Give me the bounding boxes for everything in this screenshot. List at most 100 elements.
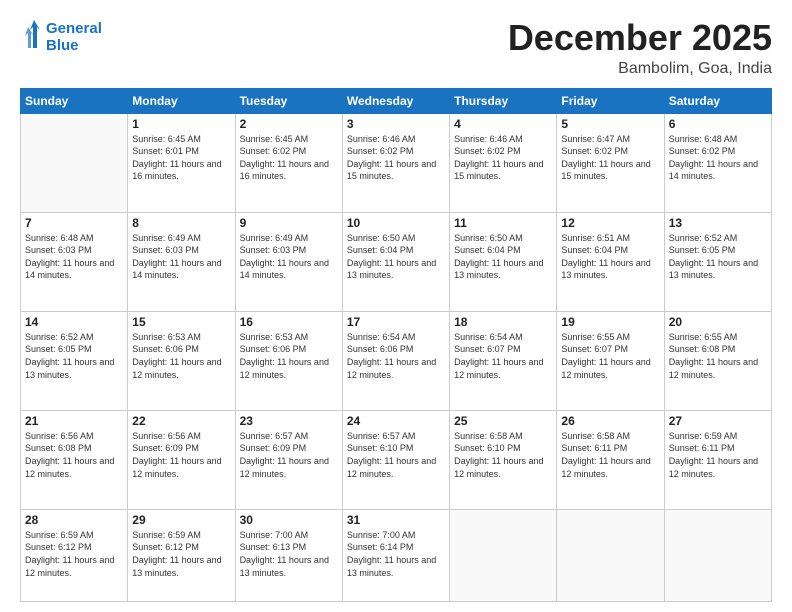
- sunrise-time: Sunrise: 6:58 AM: [561, 431, 630, 441]
- cell-info: Sunrise: 6:57 AM Sunset: 6:10 PM Dayligh…: [347, 430, 445, 480]
- day-number: 9: [240, 216, 338, 230]
- sunrise-time: Sunrise: 6:52 AM: [669, 233, 738, 243]
- daylight-hours: Daylight: 11 hours and 13 minutes.: [25, 357, 114, 380]
- table-row: 2 Sunrise: 6:45 AM Sunset: 6:02 PM Dayli…: [235, 113, 342, 212]
- day-number: 18: [454, 315, 552, 329]
- calendar-week-row: 1 Sunrise: 6:45 AM Sunset: 6:01 PM Dayli…: [21, 113, 772, 212]
- cell-info: Sunrise: 7:00 AM Sunset: 6:14 PM Dayligh…: [347, 529, 445, 579]
- table-row: 5 Sunrise: 6:47 AM Sunset: 6:02 PM Dayli…: [557, 113, 664, 212]
- table-row: 6 Sunrise: 6:48 AM Sunset: 6:02 PM Dayli…: [664, 113, 771, 212]
- sunset-time: Sunset: 6:02 PM: [454, 146, 521, 156]
- col-wednesday: Wednesday: [342, 88, 449, 113]
- cell-info: Sunrise: 6:45 AM Sunset: 6:01 PM Dayligh…: [132, 133, 230, 183]
- table-row: 7 Sunrise: 6:48 AM Sunset: 6:03 PM Dayli…: [21, 212, 128, 311]
- calendar-header-row: Sunday Monday Tuesday Wednesday Thursday…: [21, 88, 772, 113]
- cell-info: Sunrise: 6:49 AM Sunset: 6:03 PM Dayligh…: [132, 232, 230, 282]
- daylight-hours: Daylight: 11 hours and 15 minutes.: [347, 159, 436, 182]
- col-saturday: Saturday: [664, 88, 771, 113]
- logo-blue: Blue: [46, 37, 102, 54]
- daylight-hours: Daylight: 11 hours and 12 minutes.: [454, 357, 543, 380]
- sunrise-time: Sunrise: 6:57 AM: [347, 431, 416, 441]
- sunrise-time: Sunrise: 6:45 AM: [240, 134, 309, 144]
- cell-info: Sunrise: 6:51 AM Sunset: 6:04 PM Dayligh…: [561, 232, 659, 282]
- sunset-time: Sunset: 6:02 PM: [669, 146, 736, 156]
- table-row: 27 Sunrise: 6:59 AM Sunset: 6:11 PM Dayl…: [664, 410, 771, 509]
- table-row: 25 Sunrise: 6:58 AM Sunset: 6:10 PM Dayl…: [450, 410, 557, 509]
- sunrise-time: Sunrise: 6:51 AM: [561, 233, 630, 243]
- calendar-week-row: 14 Sunrise: 6:52 AM Sunset: 6:05 PM Dayl…: [21, 311, 772, 410]
- table-row: 28 Sunrise: 6:59 AM Sunset: 6:12 PM Dayl…: [21, 509, 128, 601]
- table-row: 21 Sunrise: 6:56 AM Sunset: 6:08 PM Dayl…: [21, 410, 128, 509]
- daylight-hours: Daylight: 11 hours and 14 minutes.: [240, 258, 329, 281]
- day-number: 31: [347, 513, 445, 527]
- cell-info: Sunrise: 6:59 AM Sunset: 6:12 PM Dayligh…: [132, 529, 230, 579]
- table-row: 22 Sunrise: 6:56 AM Sunset: 6:09 PM Dayl…: [128, 410, 235, 509]
- day-number: 21: [25, 414, 123, 428]
- table-row: 11 Sunrise: 6:50 AM Sunset: 6:04 PM Dayl…: [450, 212, 557, 311]
- daylight-hours: Daylight: 11 hours and 12 minutes.: [132, 456, 221, 479]
- cell-info: Sunrise: 6:52 AM Sunset: 6:05 PM Dayligh…: [669, 232, 767, 282]
- sunset-time: Sunset: 6:13 PM: [240, 542, 307, 552]
- sunset-time: Sunset: 6:06 PM: [240, 344, 307, 354]
- cell-info: Sunrise: 6:56 AM Sunset: 6:08 PM Dayligh…: [25, 430, 123, 480]
- daylight-hours: Daylight: 11 hours and 12 minutes.: [669, 357, 758, 380]
- sunset-time: Sunset: 6:04 PM: [454, 245, 521, 255]
- col-friday: Friday: [557, 88, 664, 113]
- sunrise-time: Sunrise: 6:52 AM: [25, 332, 94, 342]
- month-title: December 2025: [508, 18, 772, 58]
- daylight-hours: Daylight: 11 hours and 13 minutes.: [454, 258, 543, 281]
- table-row: [21, 113, 128, 212]
- day-number: 16: [240, 315, 338, 329]
- table-row: 1 Sunrise: 6:45 AM Sunset: 6:01 PM Dayli…: [128, 113, 235, 212]
- sunrise-time: Sunrise: 6:49 AM: [132, 233, 201, 243]
- sunset-time: Sunset: 6:10 PM: [454, 443, 521, 453]
- sunset-time: Sunset: 6:11 PM: [561, 443, 627, 453]
- day-number: 29: [132, 513, 230, 527]
- day-number: 26: [561, 414, 659, 428]
- sunset-time: Sunset: 6:12 PM: [25, 542, 92, 552]
- day-number: 19: [561, 315, 659, 329]
- day-number: 8: [132, 216, 230, 230]
- sunset-time: Sunset: 6:07 PM: [561, 344, 628, 354]
- day-number: 23: [240, 414, 338, 428]
- cell-info: Sunrise: 6:55 AM Sunset: 6:08 PM Dayligh…: [669, 331, 767, 381]
- sunrise-time: Sunrise: 6:49 AM: [240, 233, 309, 243]
- daylight-hours: Daylight: 11 hours and 14 minutes.: [25, 258, 114, 281]
- sunrise-time: Sunrise: 6:59 AM: [25, 530, 94, 540]
- table-row: 14 Sunrise: 6:52 AM Sunset: 6:05 PM Dayl…: [21, 311, 128, 410]
- cell-info: Sunrise: 6:50 AM Sunset: 6:04 PM Dayligh…: [347, 232, 445, 282]
- table-row: 19 Sunrise: 6:55 AM Sunset: 6:07 PM Dayl…: [557, 311, 664, 410]
- daylight-hours: Daylight: 11 hours and 12 minutes.: [347, 456, 436, 479]
- sunrise-time: Sunrise: 6:59 AM: [132, 530, 201, 540]
- cell-info: Sunrise: 6:58 AM Sunset: 6:10 PM Dayligh…: [454, 430, 552, 480]
- col-tuesday: Tuesday: [235, 88, 342, 113]
- sunrise-time: Sunrise: 6:48 AM: [669, 134, 738, 144]
- table-row: 8 Sunrise: 6:49 AM Sunset: 6:03 PM Dayli…: [128, 212, 235, 311]
- cell-info: Sunrise: 6:59 AM Sunset: 6:11 PM Dayligh…: [669, 430, 767, 480]
- cell-info: Sunrise: 6:46 AM Sunset: 6:02 PM Dayligh…: [347, 133, 445, 183]
- table-row: 29 Sunrise: 6:59 AM Sunset: 6:12 PM Dayl…: [128, 509, 235, 601]
- sunset-time: Sunset: 6:04 PM: [347, 245, 414, 255]
- sunset-time: Sunset: 6:06 PM: [347, 344, 414, 354]
- cell-info: Sunrise: 6:45 AM Sunset: 6:02 PM Dayligh…: [240, 133, 338, 183]
- cell-info: Sunrise: 6:54 AM Sunset: 6:06 PM Dayligh…: [347, 331, 445, 381]
- sunrise-time: Sunrise: 6:46 AM: [454, 134, 523, 144]
- day-number: 10: [347, 216, 445, 230]
- calendar-week-row: 21 Sunrise: 6:56 AM Sunset: 6:08 PM Dayl…: [21, 410, 772, 509]
- day-number: 15: [132, 315, 230, 329]
- sunrise-time: Sunrise: 6:54 AM: [454, 332, 523, 342]
- table-row: 10 Sunrise: 6:50 AM Sunset: 6:04 PM Dayl…: [342, 212, 449, 311]
- logo: General Blue: [20, 18, 102, 56]
- table-row: 26 Sunrise: 6:58 AM Sunset: 6:11 PM Dayl…: [557, 410, 664, 509]
- daylight-hours: Daylight: 11 hours and 12 minutes.: [25, 456, 114, 479]
- daylight-hours: Daylight: 11 hours and 12 minutes.: [347, 357, 436, 380]
- table-row: 17 Sunrise: 6:54 AM Sunset: 6:06 PM Dayl…: [342, 311, 449, 410]
- sunrise-time: Sunrise: 6:57 AM: [240, 431, 309, 441]
- sunrise-time: Sunrise: 7:00 AM: [347, 530, 416, 540]
- table-row: 31 Sunrise: 7:00 AM Sunset: 6:14 PM Dayl…: [342, 509, 449, 601]
- sunset-time: Sunset: 6:02 PM: [240, 146, 307, 156]
- sunset-time: Sunset: 6:01 PM: [132, 146, 199, 156]
- day-number: 1: [132, 117, 230, 131]
- sunset-time: Sunset: 6:07 PM: [454, 344, 521, 354]
- table-row: 30 Sunrise: 7:00 AM Sunset: 6:13 PM Dayl…: [235, 509, 342, 601]
